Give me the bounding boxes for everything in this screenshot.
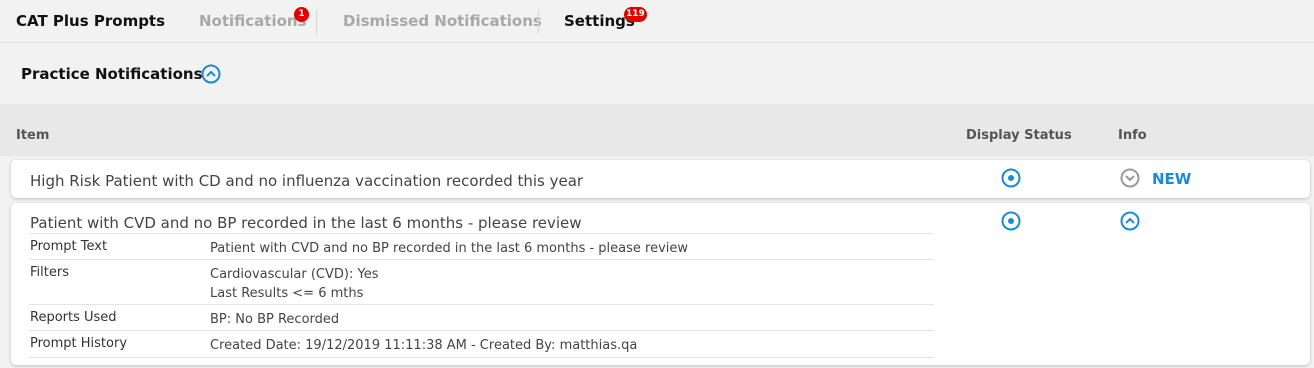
table-header: Item Display Status Info: [0, 104, 1314, 156]
chevron-up-circle-icon: [1120, 211, 1140, 231]
tab-divider: [538, 10, 539, 34]
display-status-radio[interactable]: [1001, 168, 1021, 188]
display-status-radio[interactable]: [1001, 211, 1021, 231]
notification-row-expanded[interactable]: Patient with CVD and no BP recorded in t…: [11, 203, 1310, 365]
detail-value: BP: No BP Recorded: [210, 312, 340, 327]
filter-value: Cardiovascular (CVD): Yes: [210, 267, 379, 282]
detail-label: Prompt History: [30, 336, 128, 351]
tab-dismissed-notifications[interactable]: Dismissed Notifications: [343, 12, 542, 30]
expand-row-button[interactable]: [1120, 168, 1140, 188]
section-title: Practice Notifications: [21, 65, 203, 83]
settings-badge: 119: [624, 7, 647, 22]
detail-row-reports-used: Reports Used BP: No BP Recorded: [29, 304, 934, 331]
tab-notifications[interactable]: Notifications: [199, 12, 307, 30]
notification-title: High Risk Patient with CD and no influen…: [30, 172, 584, 190]
detail-value: Patient with CVD and no BP recorded in t…: [210, 241, 689, 256]
collapse-section-button[interactable]: [201, 64, 221, 84]
chevron-up-circle-icon: [201, 64, 221, 84]
detail-label: Filters: [30, 265, 69, 280]
detail-value: Created Date: 19/12/2019 11:11:38 AM - C…: [210, 338, 638, 353]
top-nav-bar: CAT Plus Prompts Notifications 1 Dismiss…: [0, 0, 1314, 43]
notifications-badge: 1: [294, 7, 309, 22]
radio-dot-icon: [1001, 168, 1021, 188]
new-badge: NEW: [1152, 170, 1192, 188]
detail-label: Prompt Text: [30, 239, 108, 254]
detail-row-prompt-text: Prompt Text Patient with CVD and no BP r…: [29, 233, 934, 260]
notification-row[interactable]: High Risk Patient with CD and no influen…: [11, 160, 1310, 198]
detail-row-filters: Filters Cardiovascular (CVD): Yes Last R…: [29, 259, 934, 305]
detail-row-prompt-history: Prompt History Created Date: 19/12/2019 …: [29, 330, 934, 358]
column-header-info: Info: [1118, 128, 1147, 143]
filter-value: Last Results <= 6 mths: [210, 286, 364, 301]
collapse-row-button[interactable]: [1120, 211, 1140, 231]
detail-label: Reports Used: [30, 310, 117, 325]
app-title: CAT Plus Prompts: [16, 12, 166, 30]
detail-value: Cardiovascular (CVD): Yes Last Results <…: [210, 265, 378, 303]
tab-divider: [316, 10, 317, 34]
chevron-down-circle-icon: [1120, 168, 1140, 188]
notification-title: Patient with CVD and no BP recorded in t…: [30, 214, 582, 232]
column-header-display-status: Display Status: [966, 128, 1072, 143]
radio-dot-icon: [1001, 211, 1021, 231]
column-header-item: Item: [16, 128, 50, 143]
